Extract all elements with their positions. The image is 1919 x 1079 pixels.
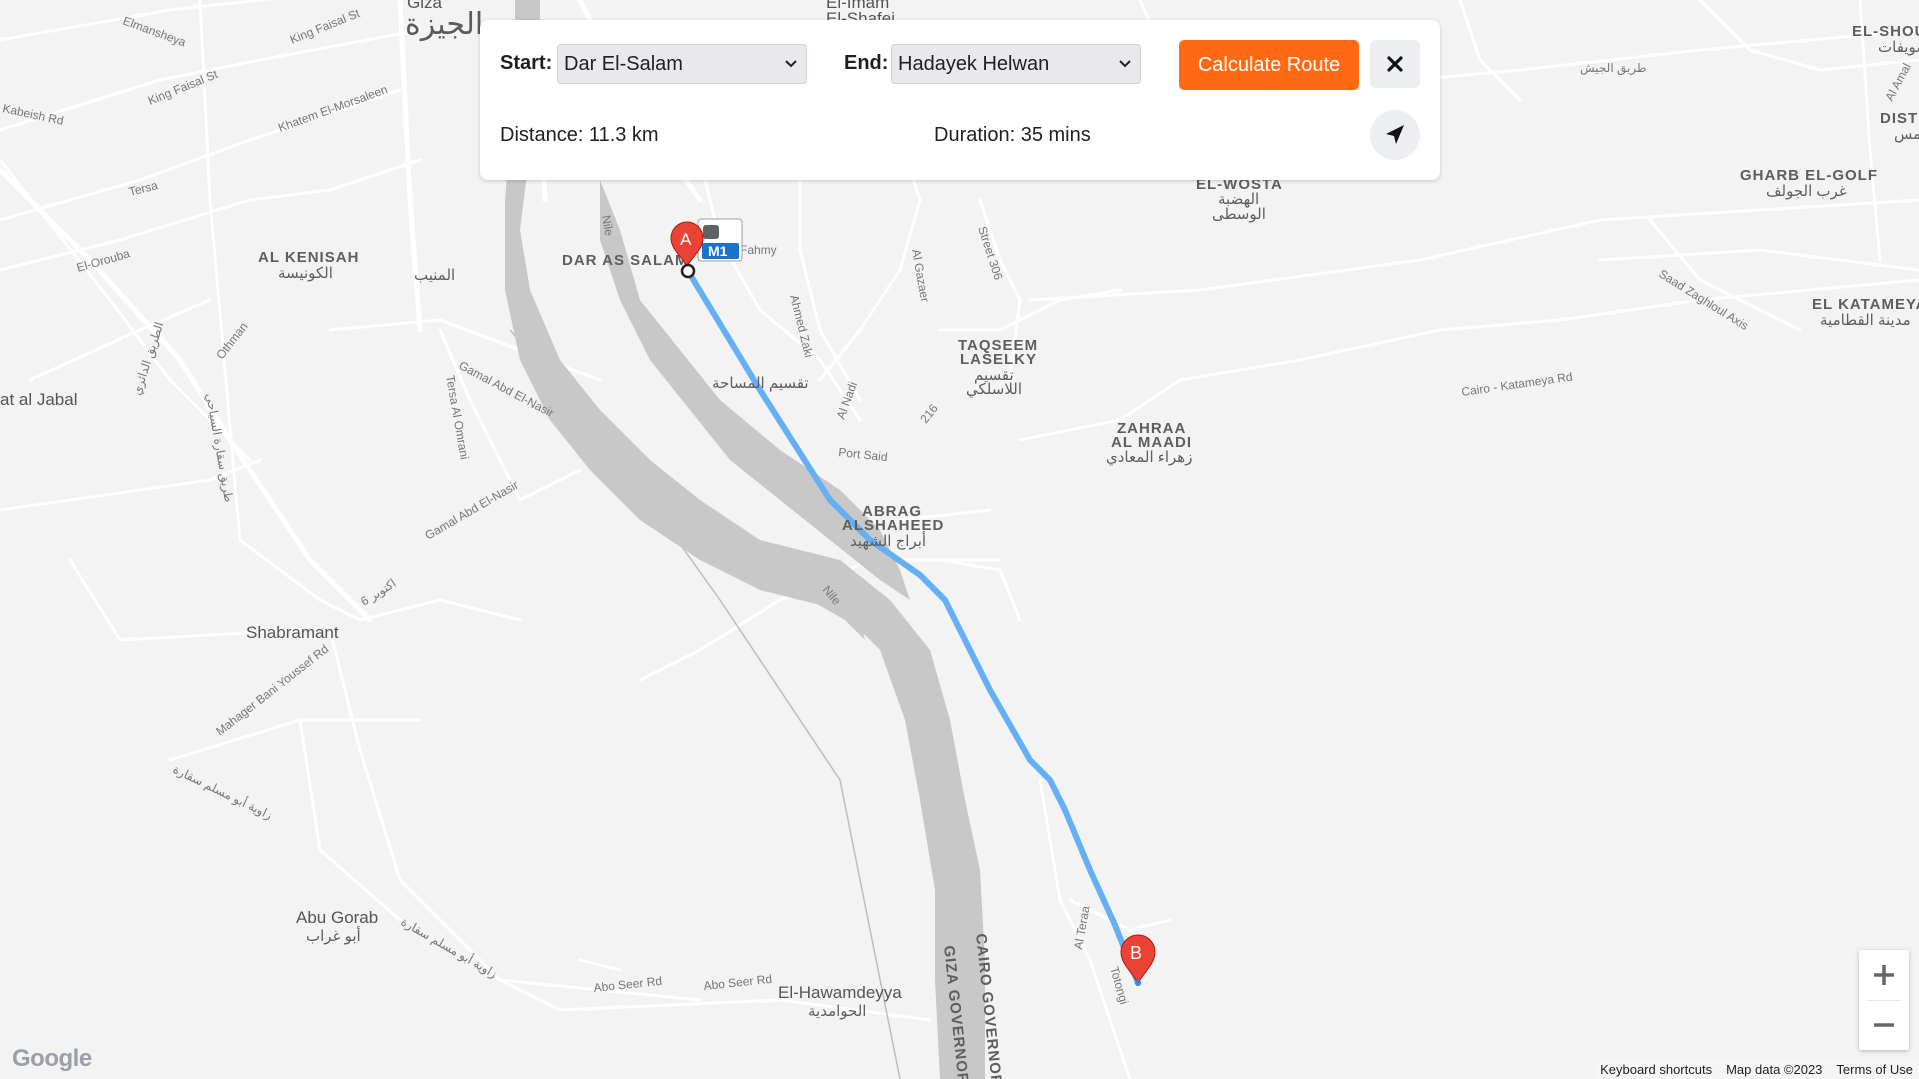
label-taqseem-2: LASELKY	[960, 351, 1037, 368]
label-el-moneeb: المنيب	[414, 267, 455, 284]
label-dist-ar: مس	[1894, 126, 1919, 143]
keyboard-shortcuts-link[interactable]: Keyboard shortcuts	[1600, 1062, 1712, 1077]
end-label: End:	[844, 52, 889, 74]
label-jabal: at al Jabal	[0, 390, 78, 409]
start-label: Start:	[500, 52, 553, 74]
chevron-down-icon	[1119, 60, 1131, 68]
label-giza-ar: الجيزة	[405, 8, 483, 41]
start-select-value: Dar El-Salam	[564, 53, 683, 75]
label-dar-salam: DAR AS SALAM	[562, 252, 688, 269]
map-data-text: Map data ©2023	[1726, 1061, 1823, 1077]
close-icon	[1387, 56, 1403, 72]
label-al-kenisah-ar: الكونيسة	[278, 265, 333, 282]
label-hawamdeyya: El-Hawamdeyya	[778, 983, 902, 1002]
zoom-in-button[interactable]	[1859, 950, 1909, 1000]
label-dist: DIST	[1880, 110, 1918, 127]
marker-a-label: A	[680, 230, 692, 249]
label-abrag-ar: أبراج الشهيد	[850, 531, 926, 551]
calculate-route-button[interactable]: Calculate Route	[1179, 40, 1359, 90]
google-logo[interactable]: Google	[12, 1045, 92, 1073]
metro-station-m1[interactable]: M1	[697, 218, 743, 262]
distance-text: Distance: 11.3 km	[500, 124, 659, 146]
label-hawamdeyya-ar: الحوامدية	[808, 1003, 866, 1020]
plus-icon	[1874, 965, 1894, 985]
chevron-down-icon	[785, 60, 797, 68]
zoom-controls	[1859, 950, 1909, 1050]
end-select[interactable]: Hadayek Helwan	[891, 44, 1141, 84]
label-fahmy: Fahmy	[740, 243, 777, 257]
label-abu-gorab-ar: أبو غراب	[306, 926, 361, 945]
label-zahraa-ar: زهراء المعادي	[1106, 449, 1192, 467]
start-select[interactable]: Dar El-Salam	[557, 44, 807, 84]
label-gharb: GHARB EL-GOLF	[1740, 167, 1878, 184]
label-taqseem-ar-2: اللاسلكي	[966, 381, 1022, 399]
navigation-arrow-icon	[1386, 125, 1404, 144]
label-abrag-2: ALSHAHEED	[842, 517, 944, 534]
duration-text: Duration: 35 mins	[934, 124, 1091, 146]
label-wosta-ar-2: الوسطى	[1212, 206, 1266, 223]
locate-button[interactable]	[1370, 110, 1420, 160]
marker-b-label: B	[1130, 943, 1142, 963]
label-shoul: EL-SHOUL	[1852, 23, 1919, 40]
route-panel: Start: Dar El-Salam End: Hadayek Helwan …	[480, 20, 1440, 180]
label-shabramant: Shabramant	[246, 623, 339, 642]
label-shoul-ar: سويفات	[1878, 39, 1919, 56]
label-gharb-ar: غرب الجولف	[1766, 183, 1847, 200]
end-select-value: Hadayek Helwan	[898, 53, 1050, 75]
close-button[interactable]	[1370, 40, 1420, 88]
map-attribution: Keyboard shortcuts Map data ©2023 Terms …	[1594, 1059, 1919, 1079]
label-masaha: تقسيم المساحة	[712, 375, 809, 392]
label-katameya-ar: مدينة القطامية	[1820, 312, 1911, 329]
minus-icon	[1874, 1023, 1894, 1027]
transit-badge-label: M1	[708, 243, 728, 259]
label-abu-gorab: Abu Gorab	[296, 908, 378, 927]
terms-of-use-link[interactable]: Terms of Use	[1836, 1062, 1913, 1077]
label-tareeq-gaysh: طريق الجيش	[1580, 61, 1647, 76]
label-katameya: EL KATAMEYA	[1812, 296, 1919, 313]
zoom-out-button[interactable]	[1859, 1000, 1909, 1050]
label-al-kenisah: AL KENISAH	[258, 249, 359, 266]
